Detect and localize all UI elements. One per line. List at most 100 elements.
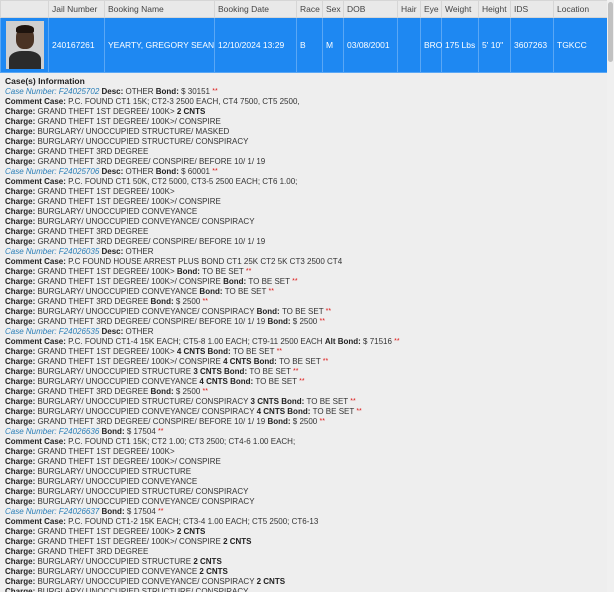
header-hair[interactable]: Hair [397,0,421,18]
cell-sex: M [322,17,344,73]
field-label: Comment Case: [5,177,69,186]
count-text: 4 CNTS [176,347,208,356]
detail-line: Charge: GRAND THEFT 3RD DEGREE/ CONSPIRE… [5,317,602,327]
field-label: Desc: [99,247,126,256]
field-value: TO BE SET [281,307,326,316]
detail-line: Charge: BURGLARY/ UNOCCUPIED STRUCTURE/ … [5,127,602,137]
field-value: GRAND THEFT 3RD DEGREE [37,387,151,396]
field-value: TO BE SET [279,357,323,366]
detail-line: Charge: BURGLARY/ UNOCCUPIED CONVEYANCE [5,477,602,487]
header-ids[interactable]: IDS [510,0,554,18]
detail-line: Charge: BURGLARY/ UNOCCUPIED CONVEYANCE/… [5,217,602,227]
cell-booking-name: YEARTY, GREGORY SEAN [104,17,215,73]
field-value: GRAND THEFT 3RD DEGREE [37,547,149,556]
bond-marker: ** [322,358,329,365]
field-value: BURGLARY/ UNOCCUPIED STRUCTURE/ CONSPIRA… [37,137,249,146]
case-lines: Case Number: F24025702 Desc: OTHER Bond:… [5,87,602,592]
field-value: GRAND THEFT 3RD DEGREE [37,227,149,236]
header-dob[interactable]: DOB [343,0,398,18]
header-location[interactable]: Location [553,0,607,18]
bond-marker: ** [299,378,305,385]
bond-marker: ** [245,268,252,275]
case-number[interactable]: F24025702 [59,87,99,96]
bond-marker: ** [350,398,356,405]
bond-marker: ** [356,408,362,415]
field-label: Charge: [5,537,38,546]
detail-line: Charge: GRAND THEFT 1ST DEGREE/ 100K>/ C… [5,197,602,207]
field-label: Charge: [5,527,38,536]
inmate-record-view: Jail Number Booking Name Booking Date Ra… [0,0,607,592]
detail-line: Comment Case: P.C. FOUND CT1 15K; CT2-3 … [5,97,602,107]
bond-marker: ** [212,88,218,95]
header-booking-name[interactable]: Booking Name [104,0,215,18]
case-number[interactable]: F24026035 [59,247,99,256]
detail-line: Charge: GRAND THEFT 1ST DEGREE/ 100K> Bo… [5,267,602,277]
detail-line: Charge: BURGLARY/ UNOCCUPIED STRUCTURE/ … [5,137,602,147]
field-label: Charge: [5,107,38,116]
detail-line: Charge: BURGLARY/ UNOCCUPIED CONVEYANCE [5,207,602,217]
field-label: Bond: [287,407,313,416]
field-value: GRAND THEFT 1ST DEGREE/ 100K> [37,187,175,196]
cell-weight: 175 Lbs [441,17,479,73]
header-height[interactable]: Height [478,0,511,18]
detail-line: Charge: BURGLARY/ UNOCCUPIED CONVEYANCE … [5,287,602,297]
bond-marker: ** [157,508,164,515]
field-label: Bond: [155,167,182,176]
header-eye[interactable]: Eye [420,0,442,18]
bond-marker: ** [268,288,274,295]
cell-height: 5' 10" [478,17,511,73]
header-booking-date[interactable]: Booking Date [214,0,297,18]
table-row[interactable]: 240167261 YEARTY, GREGORY SEAN 12/10/202… [0,17,607,73]
case-number-label: Case Number: [5,87,59,96]
field-label: Comment Case: [5,257,69,266]
case-number[interactable]: F24025706 [59,167,99,176]
detail-line: Comment Case: P.C FOUND HOUSE ARREST PLU… [5,257,602,267]
field-label: Charge: [5,397,38,406]
scrollbar-thumb[interactable] [608,2,613,62]
cell-booking-date: 12/10/2024 13:29 [214,17,297,73]
field-label: Bond: [99,427,127,436]
header-sex[interactable]: Sex [322,0,344,18]
cell-hair [397,17,421,73]
case-header-line: Case Number: F24025706 Desc: OTHER Bond:… [5,167,602,177]
case-number-label: Case Number: [5,507,59,516]
field-label: Charge: [5,577,38,586]
field-value: GRAND THEFT 1ST DEGREE/ 100K> [37,107,177,116]
detail-line: Charge: GRAND THEFT 1ST DEGREE/ 100K>/ C… [5,277,602,287]
detail-line: Charge: BURGLARY/ UNOCCUPIED CONVEYANCE/… [5,407,602,417]
field-label: Charge: [5,127,38,136]
case-header-line: Case Number: F24026535 Desc: OTHER [5,327,602,337]
field-label: Charge: [5,587,38,592]
field-value: OTHER [125,327,154,336]
field-value: BURGLARY/ UNOCCUPIED CONVEYANCE/ CONSPIR… [37,497,255,506]
field-label: Charge: [5,157,38,166]
count-text: 2 CNTS [176,527,206,536]
header-race[interactable]: Race [296,0,323,18]
detail-line: Comment Case: P.C. FOUND CT1-2 15K EACH;… [5,517,602,527]
field-value: BURGLARY/ UNOCCUPIED CONVEYANCE [37,377,200,386]
count-text: 3 CNTS [193,367,224,376]
header-weight[interactable]: Weight [441,0,479,18]
cell-ids: 3607263 [510,17,554,73]
detail-line: Charge: GRAND THEFT 1ST DEGREE/ 100K>/ C… [5,457,602,467]
field-value: GRAND THEFT 3RD DEGREE/ CONSPIRE/ BEFORE… [37,417,268,426]
case-number[interactable]: F24026637 [59,507,99,516]
field-value: OTHER [125,87,156,96]
field-label: Charge: [5,297,38,306]
case-number[interactable]: F24026636 [59,427,99,436]
field-label: Comment Case: [5,97,69,106]
count-text: 2 CNTS [176,107,206,116]
field-value: GRAND THEFT 3RD DEGREE [37,297,151,306]
detail-line: Comment Case: P.C. FOUND CT1-4 15K EACH;… [5,337,602,347]
detail-line: Comment Case: P.C. FOUND CT1 15K; CT2 1.… [5,437,602,447]
detail-line: Charge: BURGLARY/ UNOCCUPIED CONVEYANCE … [5,567,602,577]
detail-line: Charge: GRAND THEFT 1ST DEGREE/ 100K> 2 … [5,527,602,537]
header-jail-number[interactable]: Jail Number [48,0,105,18]
detail-line: Charge: GRAND THEFT 3RD DEGREE/ CONSPIRE… [5,417,602,427]
field-value: TO BE SET [312,407,357,416]
case-number[interactable]: F24026535 [59,327,99,336]
field-value: P.C. FOUND CT1 50K, CT2 5000, CT3-5 2500… [68,177,298,186]
field-value: OTHER [125,247,154,256]
field-label: Alt Bond: [324,337,364,346]
scrollbar-track[interactable] [607,0,614,592]
